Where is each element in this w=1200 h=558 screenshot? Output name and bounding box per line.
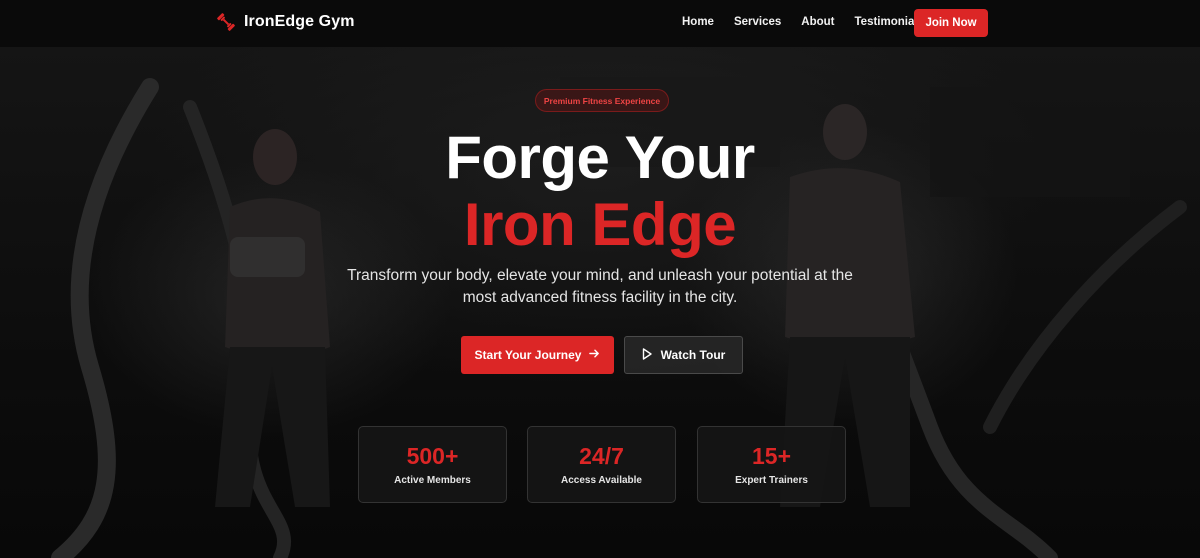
start-journey-label: Start Your Journey bbox=[474, 348, 582, 362]
nav-link-about[interactable]: About bbox=[801, 16, 834, 28]
stat-value: 24/7 bbox=[579, 443, 624, 469]
play-icon bbox=[642, 347, 652, 363]
watch-tour-label: Watch Tour bbox=[660, 348, 726, 362]
headline-line-1: Forge Your bbox=[445, 124, 755, 191]
nav-link-home[interactable]: Home bbox=[682, 16, 714, 28]
main-navigation: Home Services About Testimonials bbox=[682, 16, 944, 28]
dumbbell-icon bbox=[216, 12, 236, 32]
stat-card-access: 24/7 Access Available bbox=[527, 426, 676, 503]
brand-logo[interactable]: IronEdge Gym bbox=[216, 12, 355, 32]
nav-link-services[interactable]: Services bbox=[734, 16, 781, 28]
stat-value: 15+ bbox=[751, 443, 791, 469]
stat-label: Active Members bbox=[394, 475, 471, 486]
arrow-right-icon bbox=[589, 348, 600, 362]
start-journey-button[interactable]: Start Your Journey bbox=[461, 336, 614, 374]
premium-badge: Premium Fitness Experience bbox=[535, 89, 669, 112]
join-now-button[interactable]: Join Now bbox=[914, 9, 988, 37]
hero-subtitle: Transform your body, elevate your mind, … bbox=[347, 267, 853, 306]
top-navbar: IronEdge Gym Home Services About Testimo… bbox=[0, 0, 1200, 47]
stat-label: Access Available bbox=[561, 475, 642, 486]
brand-name: IronEdge Gym bbox=[244, 13, 355, 30]
stat-card-members: 500+ Active Members bbox=[358, 426, 507, 503]
stat-value: 500+ bbox=[406, 443, 459, 469]
stat-card-trainers: 15+ Expert Trainers bbox=[697, 426, 846, 503]
headline-line-2: Iron Edge bbox=[463, 191, 737, 258]
stat-label: Expert Trainers bbox=[735, 475, 808, 486]
watch-tour-button[interactable]: Watch Tour bbox=[624, 336, 743, 374]
